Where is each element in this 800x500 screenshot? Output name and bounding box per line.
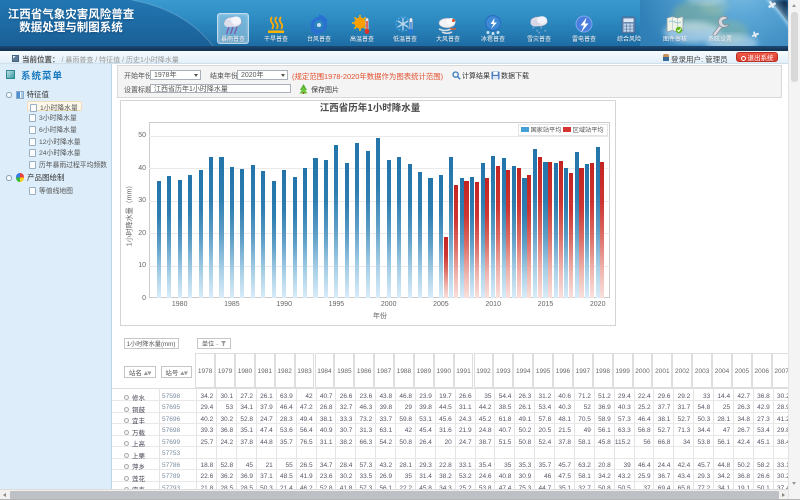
svg-text:*: *	[540, 27, 543, 33]
svg-text:*: *	[532, 27, 535, 33]
